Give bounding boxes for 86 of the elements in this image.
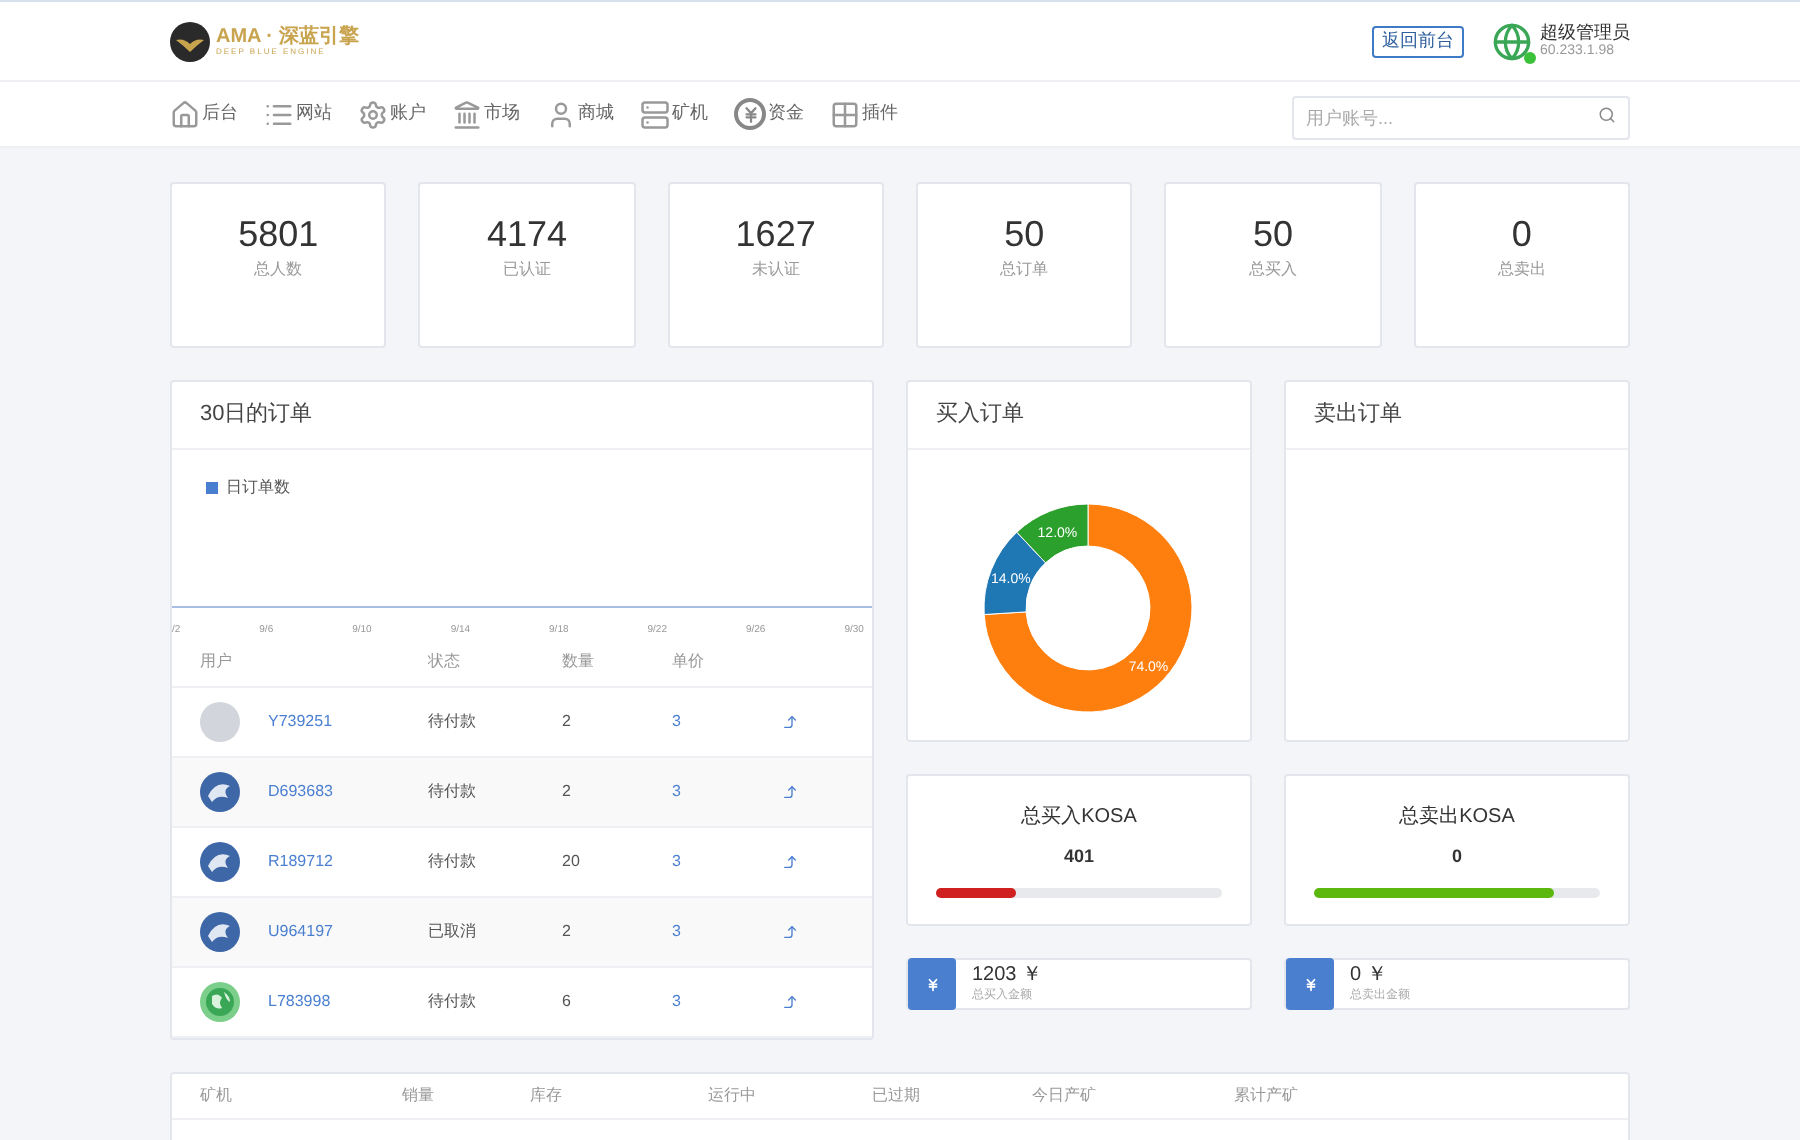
column-header: 矿机 bbox=[200, 1084, 234, 1108]
price-text: 3 bbox=[672, 850, 683, 874]
legend-swatch-icon bbox=[206, 482, 218, 494]
column-header: 状态 bbox=[428, 650, 462, 674]
panel-title: 30日的订单 bbox=[200, 400, 313, 431]
nav-link[interactable]: 资金 bbox=[734, 98, 804, 130]
gear-icon bbox=[358, 99, 388, 129]
nav-link[interactable]: 市场 bbox=[452, 99, 520, 129]
qty-text: 2 bbox=[562, 920, 573, 944]
kosa-value: 0 bbox=[1451, 844, 1462, 870]
search-icon bbox=[1598, 106, 1616, 124]
nav-link[interactable]: 矿机 bbox=[640, 99, 708, 129]
qty-text: 20 bbox=[562, 850, 582, 874]
column-header: 今日产矿 bbox=[1032, 1084, 1098, 1108]
stat-value: 0 bbox=[1511, 216, 1532, 252]
qty-text: 2 bbox=[562, 780, 573, 804]
price-text: 3 bbox=[672, 920, 683, 944]
avatar bbox=[200, 702, 240, 742]
server-icon bbox=[640, 99, 670, 129]
stat-value: 1627 bbox=[735, 216, 816, 252]
kosa-title: 总买入KOSA bbox=[1021, 803, 1137, 832]
stat-value: 50 bbox=[1252, 216, 1293, 252]
arrow-icon[interactable] bbox=[782, 924, 798, 940]
nav-link[interactable]: 后台 bbox=[170, 99, 238, 129]
stat-label: 总卖出 bbox=[1497, 258, 1546, 282]
avatar bbox=[200, 912, 240, 952]
stat-value: 50 bbox=[1004, 216, 1045, 252]
nav-link[interactable]: 商城 bbox=[546, 99, 614, 129]
avatar bbox=[1492, 21, 1532, 61]
list-icon bbox=[264, 99, 294, 129]
stat-label: 总订单 bbox=[1000, 258, 1049, 282]
avatar bbox=[200, 842, 240, 882]
stat-label: 总买入 bbox=[1248, 258, 1297, 282]
price-text: 3 bbox=[672, 710, 683, 734]
column-header: 运行中 bbox=[708, 1084, 758, 1108]
user-icon bbox=[546, 99, 576, 129]
user-link[interactable]: U964197 bbox=[268, 920, 428, 944]
logo-text: AMA · 深蓝引擎 bbox=[216, 27, 359, 47]
price-text: 3 bbox=[672, 990, 683, 1014]
arrow-icon[interactable] bbox=[782, 714, 798, 730]
arrow-icon[interactable] bbox=[782, 784, 798, 800]
home-icon bbox=[170, 99, 200, 129]
status-text: 待付款 bbox=[428, 710, 478, 734]
kosa-value: 401 bbox=[1063, 844, 1095, 870]
column-header: 单价 bbox=[672, 650, 706, 674]
stat-value: 5801 bbox=[238, 216, 319, 252]
column-header: 库存 bbox=[530, 1084, 564, 1108]
arrow-icon[interactable] bbox=[782, 994, 798, 1010]
bank-icon bbox=[452, 99, 482, 129]
user-name: 超级管理员 bbox=[1540, 21, 1630, 44]
legend-label: 日订单数 bbox=[226, 476, 290, 500]
user-link[interactable]: L783998 bbox=[268, 990, 428, 1014]
panel-title: 买入订单 bbox=[936, 400, 1024, 431]
stat-value: 4174 bbox=[486, 216, 568, 252]
column-header: 数量 bbox=[562, 650, 596, 674]
status-text: 已取消 bbox=[428, 920, 478, 944]
nav-link[interactable]: 账户 bbox=[358, 99, 426, 129]
stat-label: 未认证 bbox=[751, 258, 800, 282]
qty-text: 2 bbox=[562, 710, 573, 734]
amount-value: 1203 ￥ bbox=[972, 966, 1043, 986]
avatar bbox=[200, 982, 240, 1022]
status-text: 待付款 bbox=[428, 990, 478, 1014]
user-link[interactable]: D693683 bbox=[268, 780, 428, 804]
nav-link[interactable]: 插件 bbox=[830, 99, 898, 129]
amount-value: 0 ￥ bbox=[1350, 966, 1389, 986]
arrow-icon[interactable] bbox=[782, 854, 798, 870]
status-text: 待付款 bbox=[428, 850, 478, 874]
nav-link[interactable]: 网站 bbox=[264, 99, 332, 129]
avatar bbox=[200, 772, 240, 812]
user-link[interactable]: R189712 bbox=[268, 850, 428, 874]
column-header: 已过期 bbox=[872, 1084, 922, 1108]
price-text: 3 bbox=[672, 780, 683, 804]
stat-label: 总人数 bbox=[254, 258, 303, 282]
front-button[interactable]: 返回前台 bbox=[1372, 25, 1464, 57]
qty-text: 6 bbox=[562, 990, 573, 1014]
column-header: 累计产矿 bbox=[1234, 1084, 1300, 1108]
user-link[interactable]: Y739251 bbox=[268, 710, 428, 734]
status-text: 待付款 bbox=[428, 780, 478, 804]
grid-icon bbox=[830, 99, 860, 129]
eagle-logo-icon bbox=[170, 21, 210, 61]
column-header: 销量 bbox=[402, 1084, 436, 1108]
column-header: 用户 bbox=[200, 650, 234, 674]
search-field[interactable]: 用户账号... bbox=[1292, 96, 1630, 140]
stat-label: 已认证 bbox=[502, 258, 551, 282]
panel-title: 卖出订单 bbox=[1314, 400, 1402, 431]
kosa-title: 总卖出KOSA bbox=[1399, 803, 1515, 832]
